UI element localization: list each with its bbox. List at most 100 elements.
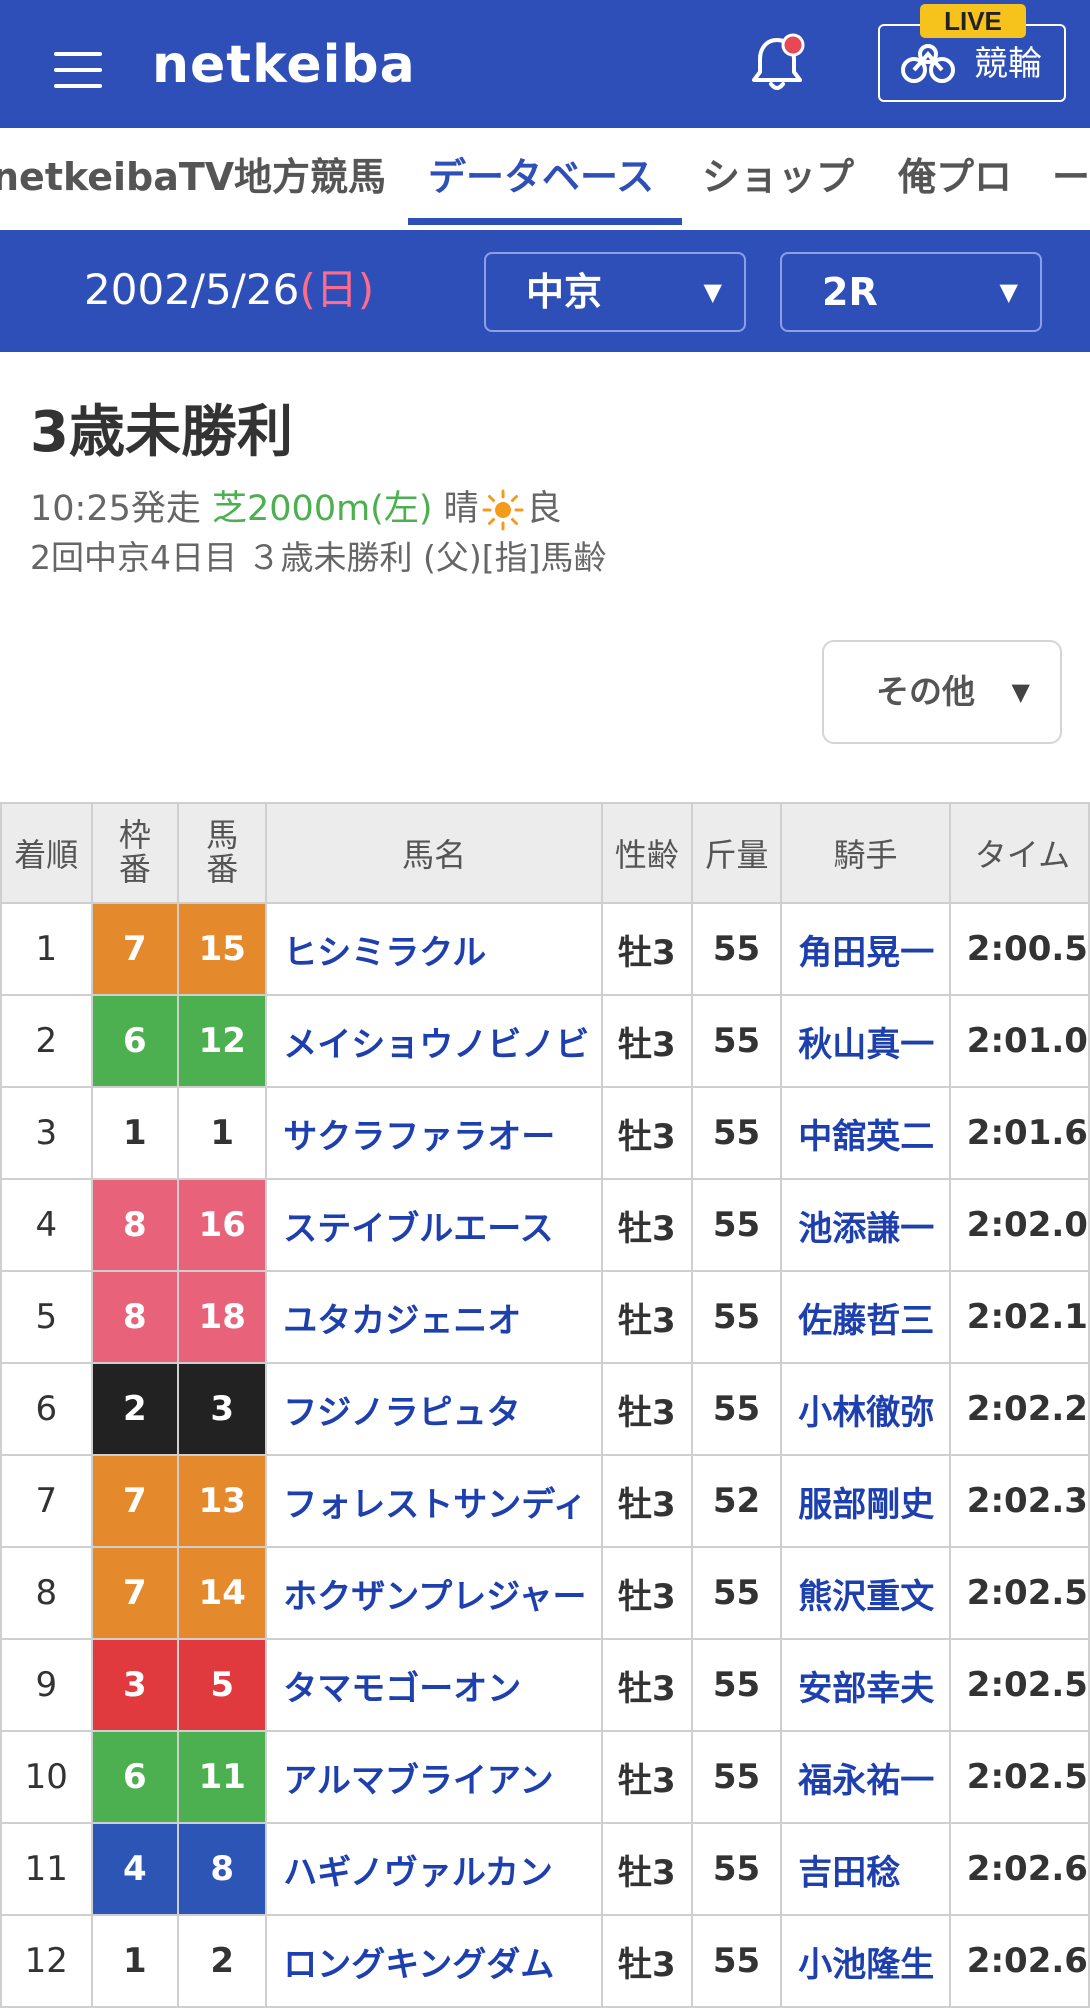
race-date[interactable]: 2002/5/26(日) <box>84 260 374 320</box>
tab-netkeibatv[interactable]: netkeibaTV <box>0 128 234 230</box>
horse-name-link[interactable]: ユタカジェニオ <box>265 1270 604 1364</box>
horse-name-link[interactable]: サクラファラオー <box>265 1086 604 1180</box>
time-cell: 2:02.3 <box>948 1454 1090 1548</box>
header-jockey: 騎手 <box>780 802 951 904</box>
rank-cell: 10 <box>0 1730 93 1824</box>
table-row: 1 7 15 ヒシミラクル 牡3 55 角田晃一 2:00.5 <box>0 902 1090 996</box>
header-time: タイム <box>948 802 1090 904</box>
jockey-link[interactable]: 角田晃一 <box>780 902 951 996</box>
sex-age-cell: 牡3 <box>601 1730 693 1824</box>
live-badge: LIVE <box>920 4 1026 38</box>
weight-cell: 55 <box>690 1086 783 1180</box>
header-umaban-line1: 馬 <box>206 816 239 854</box>
horse-name-link[interactable]: ヒシミラクル <box>265 902 604 996</box>
sex-age-cell: 牡3 <box>601 1914 693 2008</box>
netkeiba-logo[interactable]: netkeiba <box>152 30 416 100</box>
tab-shop[interactable]: ショップ <box>702 128 854 230</box>
sex-age-cell: 牡3 <box>601 1546 693 1640</box>
other-options-label: その他 <box>876 672 975 711</box>
horse-name-link[interactable]: フォレストサンディ <box>265 1454 604 1548</box>
table-header-row: 着順 枠番 馬番 馬名 性齢 斤量 騎手 タイム <box>0 802 1090 904</box>
umaban-cell: 15 <box>177 902 268 996</box>
table-row: 8 7 14 ホクザンプレジャー 牡3 55 熊沢重文 2:02.5 <box>0 1546 1090 1640</box>
umaban-cell: 3 <box>177 1362 268 1456</box>
table-row: 7 7 13 フォレストサンディ 牡3 52 服部剛史 2:02.3 <box>0 1454 1090 1548</box>
umaban-cell: 5 <box>177 1638 268 1732</box>
rank-cell: 3 <box>0 1086 93 1180</box>
other-options-select[interactable]: その他 ▼ <box>822 640 1062 744</box>
umaban-cell: 13 <box>177 1454 268 1548</box>
race-number-select[interactable]: 2R ▼ <box>780 252 1042 332</box>
horse-name-link[interactable]: フジノラピュタ <box>265 1362 604 1456</box>
jockey-link[interactable]: 中舘英二 <box>780 1086 951 1180</box>
menu-icon[interactable] <box>54 52 102 88</box>
waku-cell: 1 <box>90 1914 180 2008</box>
header-waku-line2: 番 <box>118 850 151 888</box>
jockey-link[interactable]: 安部幸夫 <box>780 1638 951 1732</box>
table-row: 10 6 11 アルマブライアン 牡3 55 福永祐一 2:02.5 <box>0 1730 1090 1824</box>
horse-name-link[interactable]: ハギノヴァルカン <box>265 1822 604 1916</box>
notification-bell-icon[interactable] <box>742 30 812 100</box>
tab-ore-pro[interactable]: 俺プロ <box>898 128 1012 230</box>
umaban-cell: 2 <box>177 1914 268 2008</box>
jockey-link[interactable]: 服部剛史 <box>780 1454 951 1548</box>
nav-tabs: netkeibaTV 地方競馬 データベース ショップ 俺プロ ー <box>0 128 1090 231</box>
tab-chiho-keiba[interactable]: 地方競馬 <box>234 128 386 230</box>
date-venue-bar: 2002/5/26(日) 中京 ▼ 2R ▼ <box>0 230 1090 352</box>
table-row: 9 3 5 タマモゴーオン 牡3 55 安部幸夫 2:02.5 <box>0 1638 1090 1732</box>
rank-cell: 9 <box>0 1638 93 1732</box>
sex-age-cell: 牡3 <box>601 1454 693 1548</box>
weight-cell: 55 <box>690 1638 783 1732</box>
chevron-down-icon: ▼ <box>1011 678 1030 706</box>
race-date-value: 2002/5/26 <box>84 265 300 314</box>
time-cell: 2:01.0 <box>948 994 1090 1088</box>
jockey-link[interactable]: 佐藤哲三 <box>780 1270 951 1364</box>
time-cell: 2:02.6 <box>948 1914 1090 2008</box>
horse-name-link[interactable]: ロングキングダム <box>265 1914 604 2008</box>
horse-name-link[interactable]: ホクザンプレジャー <box>265 1546 604 1640</box>
sex-age-cell: 牡3 <box>601 1086 693 1180</box>
horse-name-link[interactable]: タマモゴーオン <box>265 1638 604 1732</box>
waku-cell: 6 <box>90 994 180 1088</box>
race-results-table: 着順 枠番 馬番 馬名 性齢 斤量 騎手 タイム 1 7 15 ヒシミラクル 牡3 55 角… <box>0 802 1090 2008</box>
race-day-of-week: (日) <box>299 265 375 314</box>
waku-cell: 3 <box>90 1638 180 1732</box>
jockey-link[interactable]: 福永祐一 <box>780 1730 951 1824</box>
venue-select-value: 中京 <box>526 270 603 314</box>
rank-cell: 5 <box>0 1270 93 1364</box>
horse-name-link[interactable]: アルマブライアン <box>265 1730 604 1824</box>
table-row: 12 1 2 ロングキングダム 牡3 55 小池隆生 2:02.6 <box>0 1914 1090 2008</box>
time-cell: 2:01.6 <box>948 1086 1090 1180</box>
weight-cell: 55 <box>690 994 783 1088</box>
weight-cell: 55 <box>690 1546 783 1640</box>
jockey-link[interactable]: 秋山真一 <box>780 994 951 1088</box>
sex-age-cell: 牡3 <box>601 1362 693 1456</box>
umaban-cell: 8 <box>177 1822 268 1916</box>
horse-name-link[interactable]: ステイブルエース <box>265 1178 604 1272</box>
keirin-live-button[interactable]: LIVE 競輪 <box>878 4 1066 102</box>
waku-cell: 2 <box>90 1362 180 1456</box>
umaban-cell: 18 <box>177 1270 268 1364</box>
table-row: 2 6 12 メイショウノビノビ 牡3 55 秋山真一 2:01.0 <box>0 994 1090 1088</box>
race-conditions: 10:25発走 芝2000m(左) 晴 良 <box>30 486 562 532</box>
jockey-link[interactable]: 小池隆生 <box>780 1914 951 2008</box>
horse-name-link[interactable]: メイショウノビノビ <box>265 994 604 1088</box>
jockey-link[interactable]: 吉田稔 <box>780 1822 951 1916</box>
rank-cell: 7 <box>0 1454 93 1548</box>
weather-label: 晴 <box>443 489 479 529</box>
tab-more[interactable]: ー <box>1052 128 1090 230</box>
umaban-cell: 1 <box>177 1086 268 1180</box>
weight-cell: 55 <box>690 1822 783 1916</box>
venue-select[interactable]: 中京 ▼ <box>484 252 746 332</box>
jockey-link[interactable]: 熊沢重文 <box>780 1546 951 1640</box>
tab-database[interactable]: データベース <box>428 128 654 230</box>
header-umaban-line2: 番 <box>206 850 239 888</box>
jockey-link[interactable]: 小林徹弥 <box>780 1362 951 1456</box>
time-cell: 2:02.5 <box>948 1730 1090 1824</box>
weight-cell: 55 <box>690 1270 783 1364</box>
table-row: 11 4 8 ハギノヴァルカン 牡3 55 吉田稔 2:02.6 <box>0 1822 1090 1916</box>
header-weight: 斤量 <box>690 802 783 904</box>
umaban-cell: 11 <box>177 1730 268 1824</box>
jockey-link[interactable]: 池添謙一 <box>780 1178 951 1272</box>
header-waku-line1: 枠 <box>118 816 151 854</box>
